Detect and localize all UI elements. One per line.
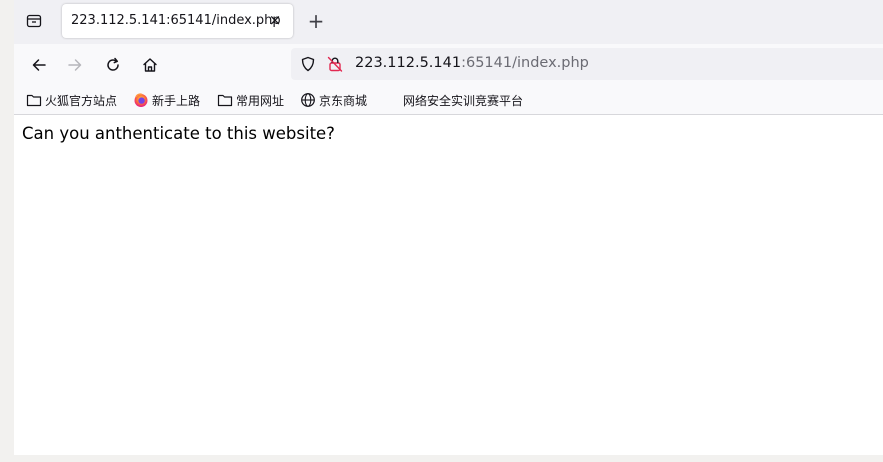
bookmark-label: 常用网址 [236,93,285,108]
home-button[interactable] [137,52,163,78]
folder-icon [26,92,42,108]
tab-title: 223.112.5.141:65141/index.php [71,13,281,28]
bookmark-firefox-official[interactable]: 火狐官方站点 [26,91,117,109]
bookmark-label: 网络安全实训竞赛平台 [403,93,524,108]
folder-icon [217,92,233,108]
tab-active[interactable]: 223.112.5.141:65141/index.php × [62,4,293,38]
bookmark-label: 京东商城 [319,93,368,108]
back-button[interactable] [26,52,52,78]
tracking-protection-button[interactable] [299,55,317,73]
page-content: Can you anthenticate to this website? [14,115,883,455]
bookmark-getting-started[interactable]: 新手上路 [133,91,200,109]
bookmark-common-sites[interactable]: 常用网址 [217,91,284,109]
forward-arrow-icon [68,59,82,71]
reload-button[interactable] [100,52,126,78]
page-message: Can you anthenticate to this website? [22,124,335,143]
home-icon [143,58,157,72]
bookmark-label: 新手上路 [152,93,201,108]
bookmark-security-training[interactable]: 网络安全实训竞赛平台 [403,91,523,109]
bookmark-label: 火狐官方站点 [45,93,118,108]
new-tab-button[interactable]: + [304,9,328,33]
tab-list-icon [26,14,42,28]
url-text[interactable]: 223.112.5.141:65141/index.php [355,55,589,71]
tab-list-button[interactable] [22,9,46,33]
tab-strip: 223.112.5.141:65141/index.php × + [14,0,883,44]
back-arrow-icon [32,59,46,71]
url-bar[interactable]: 223.112.5.141:65141/index.php [291,48,883,80]
browser-window: 223.112.5.141:65141/index.php × + 223.11… [14,0,883,455]
reload-icon [107,57,119,71]
firefox-icon [133,92,149,108]
tab-close-button[interactable]: × [266,11,284,29]
site-security-button[interactable] [326,55,344,73]
url-host: 223.112.5.141 [355,55,462,71]
nav-toolbar: 223.112.5.141:65141/index.php [14,44,883,86]
shield-icon [301,56,315,72]
forward-button[interactable] [62,52,88,78]
bookmark-jd-mall[interactable]: 京东商城 [300,91,367,109]
insecure-lock-icon [327,56,343,72]
globe-icon [300,92,316,108]
url-path: :65141/index.php [461,55,589,71]
bookmarks-bar: 火狐官方站点 新手上路 常用网址 京东商城 网络安全实训竞赛平台 [14,86,883,115]
